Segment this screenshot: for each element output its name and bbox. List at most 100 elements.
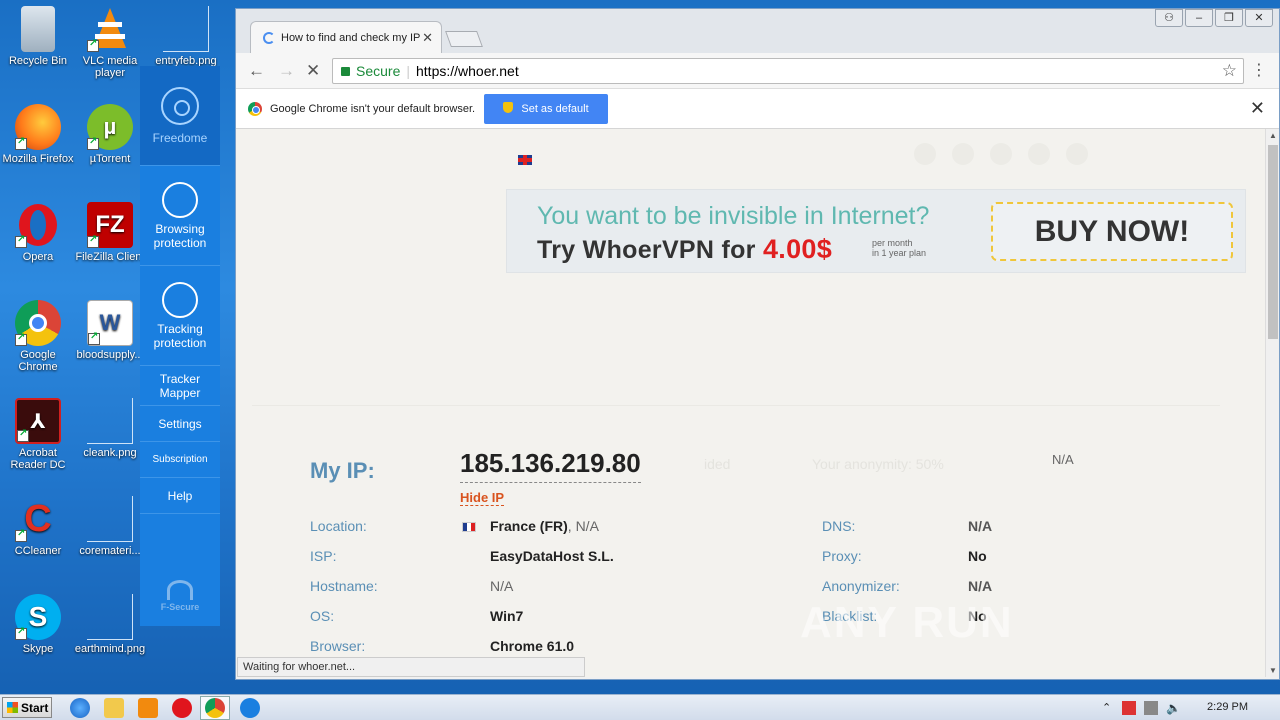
banner-headline: You want to be invisible in Internet?	[537, 202, 930, 230]
desktop-icon-bloodsupply[interactable]: W bloodsupply...	[72, 300, 148, 361]
action-center-icon[interactable]	[1122, 701, 1136, 715]
desktop-icon-skype[interactable]: S Skype	[0, 594, 76, 655]
image-file-icon	[87, 398, 133, 444]
twitter-icon[interactable]	[952, 143, 974, 165]
desktop-icon-firefox[interactable]: Mozilla Firefox	[0, 104, 76, 165]
new-tab-button[interactable]	[445, 31, 483, 47]
stop-loading-icon[interactable]: ✕	[306, 61, 320, 81]
close-window-button[interactable]: ✕	[1245, 9, 1273, 27]
acrobat-icon: ⅄	[15, 398, 61, 444]
desktop-icon-label: Acrobat Reader DC	[10, 447, 66, 471]
desktop-icon-opera[interactable]: Opera	[0, 202, 76, 263]
back-arrow-icon[interactable]: ←	[248, 61, 265, 81]
fsecure-logo-icon	[167, 580, 193, 600]
browser-label: Browser:	[310, 638, 366, 654]
title-bar: How to find and check my IP ✕ ⚇ – ❐ ✕	[236, 9, 1279, 53]
toolbar: ← → ✕ Secure | https://whoer.net ☆ ⋮	[236, 53, 1279, 89]
scroll-down-icon[interactable]: ▼	[1269, 666, 1277, 675]
fsecure-item-settings[interactable]: Settings	[140, 406, 220, 442]
uk-flag-icon[interactable]	[518, 155, 532, 165]
vpn-banner[interactable]: You want to be invisible in Internet? Tr…	[506, 189, 1246, 273]
desktop-icon-entryfeb[interactable]: entryfeb.png	[148, 6, 224, 67]
banner-offer: Try WhoerVPN for 4.00$	[537, 234, 833, 264]
freedome-taskbar-icon[interactable]	[240, 698, 260, 718]
fsecure-item-label: Settings	[158, 416, 202, 431]
fsecure-item-label: Tracking protection	[153, 321, 207, 350]
firefox-icon	[15, 104, 61, 150]
desktop-icon-label: Mozilla Firefox	[2, 153, 74, 165]
fsecure-item-browsing-protection[interactable]: Browsing protection	[140, 166, 220, 266]
desktop-icon-ccleaner[interactable]: C CCleaner	[0, 496, 76, 558]
start-button[interactable]: Start	[2, 697, 52, 718]
opera-taskbar-icon[interactable]	[172, 698, 192, 718]
youtube-icon[interactable]	[1066, 143, 1088, 165]
odnoklassniki-icon[interactable]	[1028, 143, 1050, 165]
restore-button[interactable]: ❐	[1215, 9, 1243, 27]
infobar-close-icon[interactable]: ✕	[1250, 98, 1265, 119]
secure-label: Secure	[356, 63, 401, 79]
desktop-icon-earthmind[interactable]: earthmind.png	[72, 594, 148, 655]
fsecure-item-tracker-mapper[interactable]: Tracker Mapper	[140, 366, 220, 406]
web-page: You want to be invisible in Internet? Tr…	[236, 129, 1266, 677]
desktop-icon-acrobat[interactable]: ⅄ Acrobat Reader DC	[0, 398, 76, 471]
fsecure-item-help[interactable]: Help	[140, 478, 220, 514]
fsecure-item-tracking-protection[interactable]: Tracking protection	[140, 266, 220, 366]
fsecure-item-label: Freedome	[152, 130, 208, 145]
volume-icon[interactable]: 🔈	[1166, 701, 1181, 715]
media-player-icon[interactable]	[138, 698, 158, 718]
profile-icon[interactable]: ⚇	[1155, 9, 1183, 27]
facebook-icon[interactable]	[914, 143, 936, 165]
fsecure-logo: F-Secure	[140, 580, 220, 612]
network-icon[interactable]	[1144, 701, 1158, 715]
anyrun-watermark: ANY RUN	[800, 598, 1014, 647]
vk-icon[interactable]	[990, 143, 1012, 165]
desktop-icon-cleank[interactable]: cleank.png	[72, 398, 148, 459]
image-file-icon	[163, 6, 209, 52]
taskbar: Start ⌃ 🔈 2:29 PM	[0, 694, 1280, 720]
fsecure-item-subscription[interactable]: Subscription	[140, 442, 220, 478]
fsecure-item-freedome[interactable]: Freedome	[140, 66, 220, 166]
vertical-scrollbar[interactable]: ▲ ▼	[1265, 129, 1279, 677]
address-bar[interactable]: Secure | https://whoer.net ☆	[332, 58, 1244, 84]
desktop-icon-filezilla[interactable]: FZ FileZilla Client	[72, 202, 148, 263]
buy-now-button[interactable]: BUY NOW!	[991, 202, 1233, 261]
scroll-thumb[interactable]	[1268, 145, 1278, 339]
set-as-default-button[interactable]: Set as default	[484, 94, 608, 124]
vlc-icon	[87, 6, 133, 52]
desktop-icon-label: µTorrent	[89, 153, 131, 165]
desktop-icon-vlc[interactable]: VLC media player	[72, 6, 148, 79]
banner-plan-note: per month in 1 year plan	[872, 238, 927, 258]
filezilla-icon: FZ	[87, 202, 133, 248]
show-hidden-icons[interactable]: ⌃	[1102, 701, 1116, 715]
word-document-icon: W	[87, 300, 133, 346]
menu-dots-icon[interactable]: ⋮	[1251, 60, 1267, 80]
fsecure-item-label: Help	[167, 488, 193, 503]
desktop-icon-coremateri[interactable]: coremateri...	[72, 496, 148, 557]
anonymizer-value: N/A	[968, 578, 993, 594]
anonymizer-label: Anonymizer:	[822, 578, 900, 594]
ccleaner-icon: C	[15, 496, 61, 542]
chrome-window: How to find and check my IP ✕ ⚇ – ❐ ✕ ← …	[235, 8, 1280, 680]
lock-icon	[341, 67, 350, 76]
scroll-up-icon[interactable]: ▲	[1269, 131, 1277, 140]
globe-check-icon	[162, 181, 198, 218]
freedome-icon	[161, 86, 199, 125]
clock[interactable]: 2:29 PM	[1207, 701, 1248, 713]
proxy-value: No	[968, 548, 987, 564]
isp-label: ISP:	[310, 548, 337, 564]
minimize-button[interactable]: –	[1185, 9, 1213, 27]
desktop-icon-chrome[interactable]: Google Chrome	[0, 300, 76, 373]
internet-explorer-icon[interactable]	[70, 698, 90, 718]
infobar-message: Google Chrome isn't your default browser…	[270, 103, 476, 115]
desktop-icon-label: Google Chrome	[18, 349, 58, 373]
tab-whoer[interactable]: How to find and check my IP ✕	[250, 21, 442, 53]
bookmark-star-icon[interactable]: ☆	[1222, 61, 1237, 81]
file-explorer-icon[interactable]	[104, 698, 124, 718]
browser-value: Chrome 61.0	[490, 638, 575, 654]
fsecure-item-label: Browsing protection	[153, 221, 207, 250]
forward-arrow-icon[interactable]: →	[278, 61, 295, 81]
tab-close-icon[interactable]: ✕	[422, 30, 433, 46]
desktop-icon-recycle-bin[interactable]: Recycle Bin	[0, 6, 76, 67]
desktop-icon-utorrent[interactable]: µ µTorrent	[72, 104, 148, 165]
hide-ip-link[interactable]: Hide IP	[460, 490, 505, 506]
